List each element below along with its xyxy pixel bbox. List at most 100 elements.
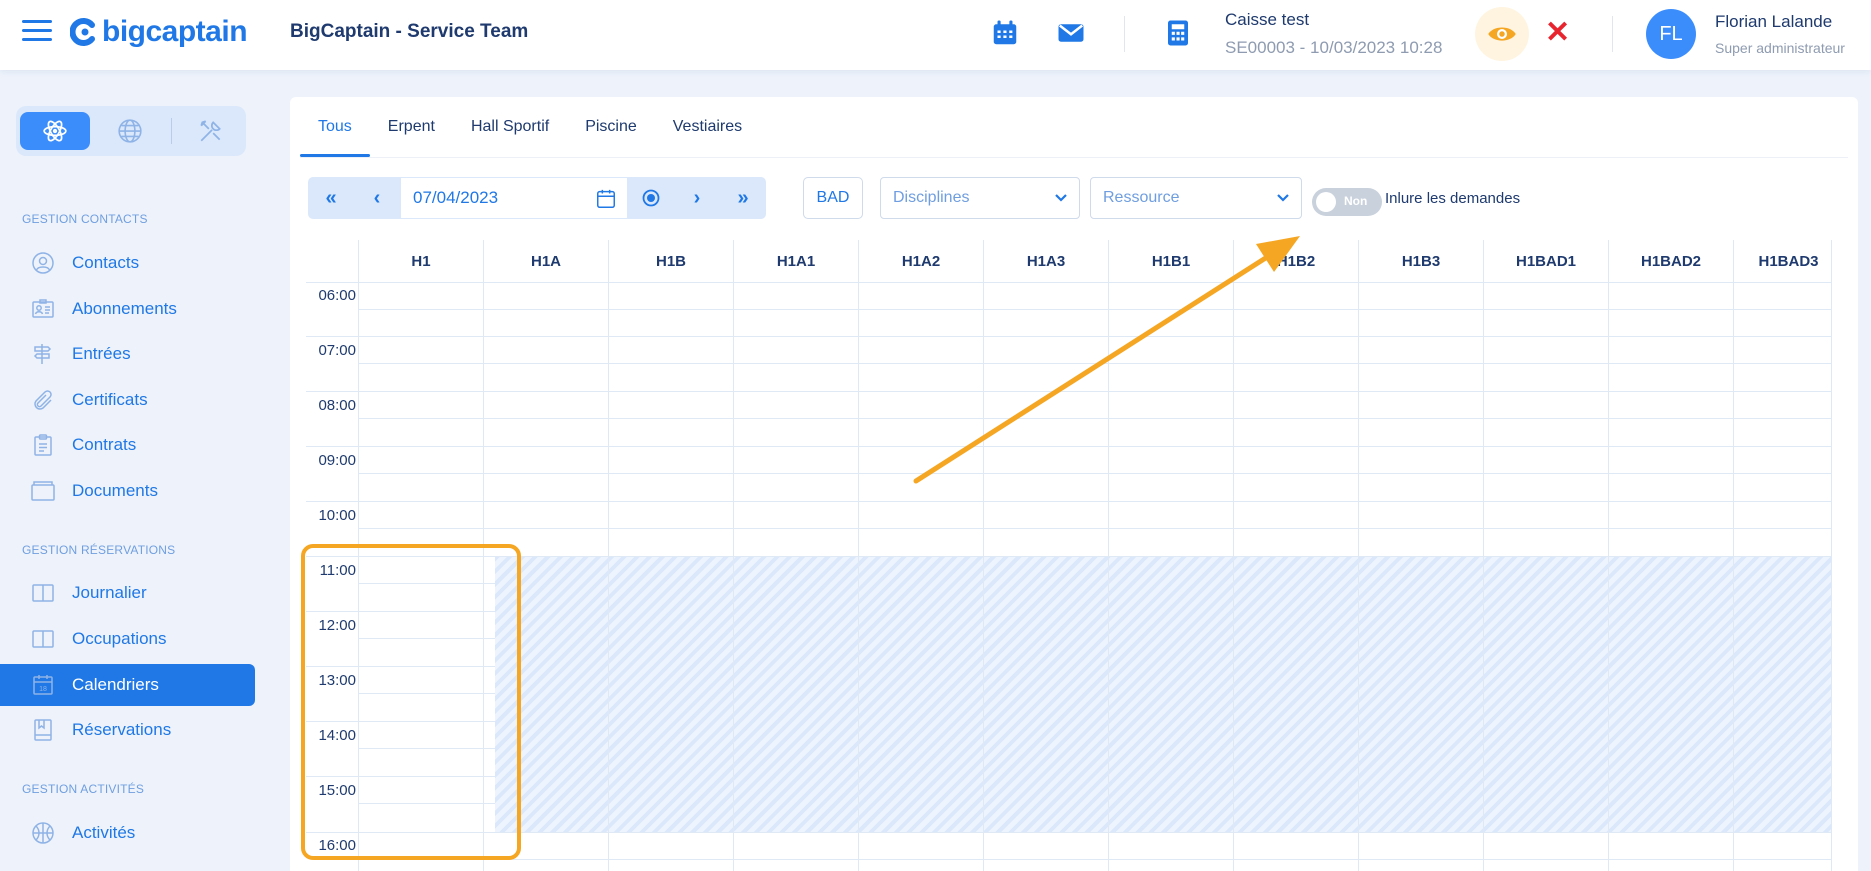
- previous-day-icon[interactable]: ‹: [354, 177, 400, 219]
- first-page-icon[interactable]: «: [308, 177, 354, 219]
- mode-tools[interactable]: [176, 112, 246, 150]
- divider: [1124, 16, 1125, 52]
- menu-icon[interactable]: [22, 20, 52, 44]
- chevron-down-icon: [1055, 194, 1067, 202]
- close-icon[interactable]: ✕: [1545, 16, 1570, 50]
- tab-erpent[interactable]: Erpent: [370, 97, 453, 157]
- book-open-icon: [30, 580, 56, 606]
- cash-register-info: Caisse test SE00003 - 10/03/2023 10:28: [1225, 10, 1442, 58]
- globe-icon: [117, 119, 142, 143]
- sidebar-item-documents[interactable]: Documents: [0, 470, 255, 512]
- book-open-icon: [30, 626, 56, 652]
- tab-tous[interactable]: Tous: [300, 97, 370, 157]
- mail-icon[interactable]: [1056, 18, 1086, 48]
- atom-icon: [43, 120, 67, 142]
- last-page-icon[interactable]: »: [720, 177, 766, 219]
- calendar-picker-icon[interactable]: [595, 188, 617, 210]
- date-input[interactable]: [413, 188, 593, 208]
- tab-vestiaires[interactable]: Vestiaires: [655, 97, 760, 157]
- time-label: 10:00: [318, 507, 356, 524]
- time-label: 07:00: [318, 342, 356, 359]
- sidebar-item-calendriers[interactable]: 18 Calendriers: [0, 664, 255, 706]
- main-panel: Tous Erpent Hall Sportif Piscine Vestiai…: [290, 97, 1858, 871]
- column-header: H1B3: [1358, 240, 1483, 282]
- sidebar-item-reservations[interactable]: Réservations: [0, 709, 255, 751]
- tools-icon: [200, 120, 221, 142]
- mode-globe[interactable]: [94, 112, 164, 150]
- grid-line: [306, 556, 1832, 557]
- column-header: H1: [358, 240, 483, 282]
- calendar-grid: H1 H1A H1B H1A1 H1A2 H1A3 H1B1 H1B2 H1B3…: [306, 240, 1832, 871]
- column-header: H1A: [483, 240, 608, 282]
- tab-piscine[interactable]: Piscine: [567, 97, 655, 157]
- divider: [170, 118, 172, 144]
- caisse-detail: SE00003 - 10/03/2023 10:28: [1225, 38, 1443, 57]
- basketball-icon: [30, 820, 56, 846]
- next-day-icon[interactable]: ›: [674, 177, 720, 219]
- blocked-time-area: [495, 556, 1831, 832]
- sidebar-item-label: Journalier: [72, 583, 147, 602]
- calculator-icon[interactable]: [1163, 18, 1193, 48]
- bad-button[interactable]: BAD: [803, 177, 863, 219]
- divider: [1612, 16, 1613, 52]
- logo[interactable]: bigcaptain: [70, 12, 248, 52]
- column-header: H1B2: [1233, 240, 1358, 282]
- column-header: H1A3: [983, 240, 1108, 282]
- logo-text: bigcaptain: [102, 15, 248, 48]
- today-icon[interactable]: [628, 177, 674, 219]
- mode-atom[interactable]: [20, 112, 91, 150]
- section-title: GESTION CONTACTS: [22, 212, 148, 226]
- sidebar-item-certificats[interactable]: Certificats: [0, 379, 255, 421]
- folder-icon: [30, 478, 56, 504]
- svg-text:18: 18: [39, 686, 47, 693]
- team-name: BigCaptain - Service Team: [290, 21, 529, 42]
- tab-hall-sportif[interactable]: Hall Sportif: [453, 97, 567, 157]
- view-button[interactable]: [1475, 7, 1529, 61]
- mode-switcher: [16, 106, 246, 156]
- sidebar-item-label: Documents: [72, 481, 158, 500]
- calendar-icon: 18: [30, 672, 56, 698]
- signpost-icon: [30, 341, 56, 367]
- bigcaptain-logo-icon: [70, 18, 95, 46]
- grid-line: [358, 859, 1832, 860]
- include-requests-toggle[interactable]: Non: [1312, 188, 1382, 216]
- sidebar-item-abonnements[interactable]: Abonnements: [0, 288, 255, 330]
- sidebar-item-journalier[interactable]: Journalier: [0, 572, 255, 614]
- toggle-label: Inlure les demandes: [1385, 190, 1521, 207]
- tab-divider: [300, 157, 1848, 158]
- sidebar-item-label: Entrées: [72, 344, 131, 363]
- grid-line: [306, 336, 1832, 337]
- grid-line: [358, 309, 1832, 310]
- column-header: H1B: [608, 240, 733, 282]
- annotation-highlight-box: [301, 544, 521, 860]
- grid-line: [358, 473, 1832, 474]
- sidebar-item-label: Certificats: [72, 390, 148, 409]
- sidebar-item-entrees[interactable]: Entrées: [0, 333, 255, 375]
- grid-line: [358, 528, 1832, 529]
- sidebar-item-contrats[interactable]: Contrats: [0, 424, 255, 466]
- sidebar-item-label: Calendriers: [72, 675, 159, 694]
- avatar[interactable]: FL: [1646, 9, 1696, 59]
- user-info[interactable]: Florian Lalande Super administrateur: [1715, 12, 1845, 56]
- date-field: [400, 177, 628, 219]
- time-label: 09:00: [318, 452, 356, 469]
- id-card-icon: [30, 296, 56, 322]
- column-header: H1BAD1: [1483, 240, 1608, 282]
- ressource-select[interactable]: Ressource: [1090, 177, 1302, 219]
- bookmark-book-icon: [30, 717, 56, 743]
- section-title: GESTION RÉSERVATIONS: [22, 543, 176, 557]
- sidebar-item-contacts[interactable]: Contacts: [0, 242, 255, 284]
- sidebar-item-occupations[interactable]: Occupations: [0, 618, 255, 660]
- grid-line: [358, 363, 1832, 364]
- grid-line: [306, 501, 1832, 502]
- sidebar-item-label: Activités: [72, 823, 136, 842]
- clipboard-icon: [30, 432, 56, 458]
- column-header: H1BAD2: [1608, 240, 1733, 282]
- grid-line: [358, 418, 1832, 419]
- calendar-icon[interactable]: [990, 18, 1020, 48]
- sidebar-item-activites[interactable]: Activités: [0, 812, 255, 854]
- disciplines-placeholder: Disciplines: [893, 189, 970, 206]
- sidebar-item-label: Contacts: [72, 253, 140, 272]
- column-header: H1B1: [1108, 240, 1233, 282]
- disciplines-select[interactable]: Disciplines: [880, 177, 1080, 219]
